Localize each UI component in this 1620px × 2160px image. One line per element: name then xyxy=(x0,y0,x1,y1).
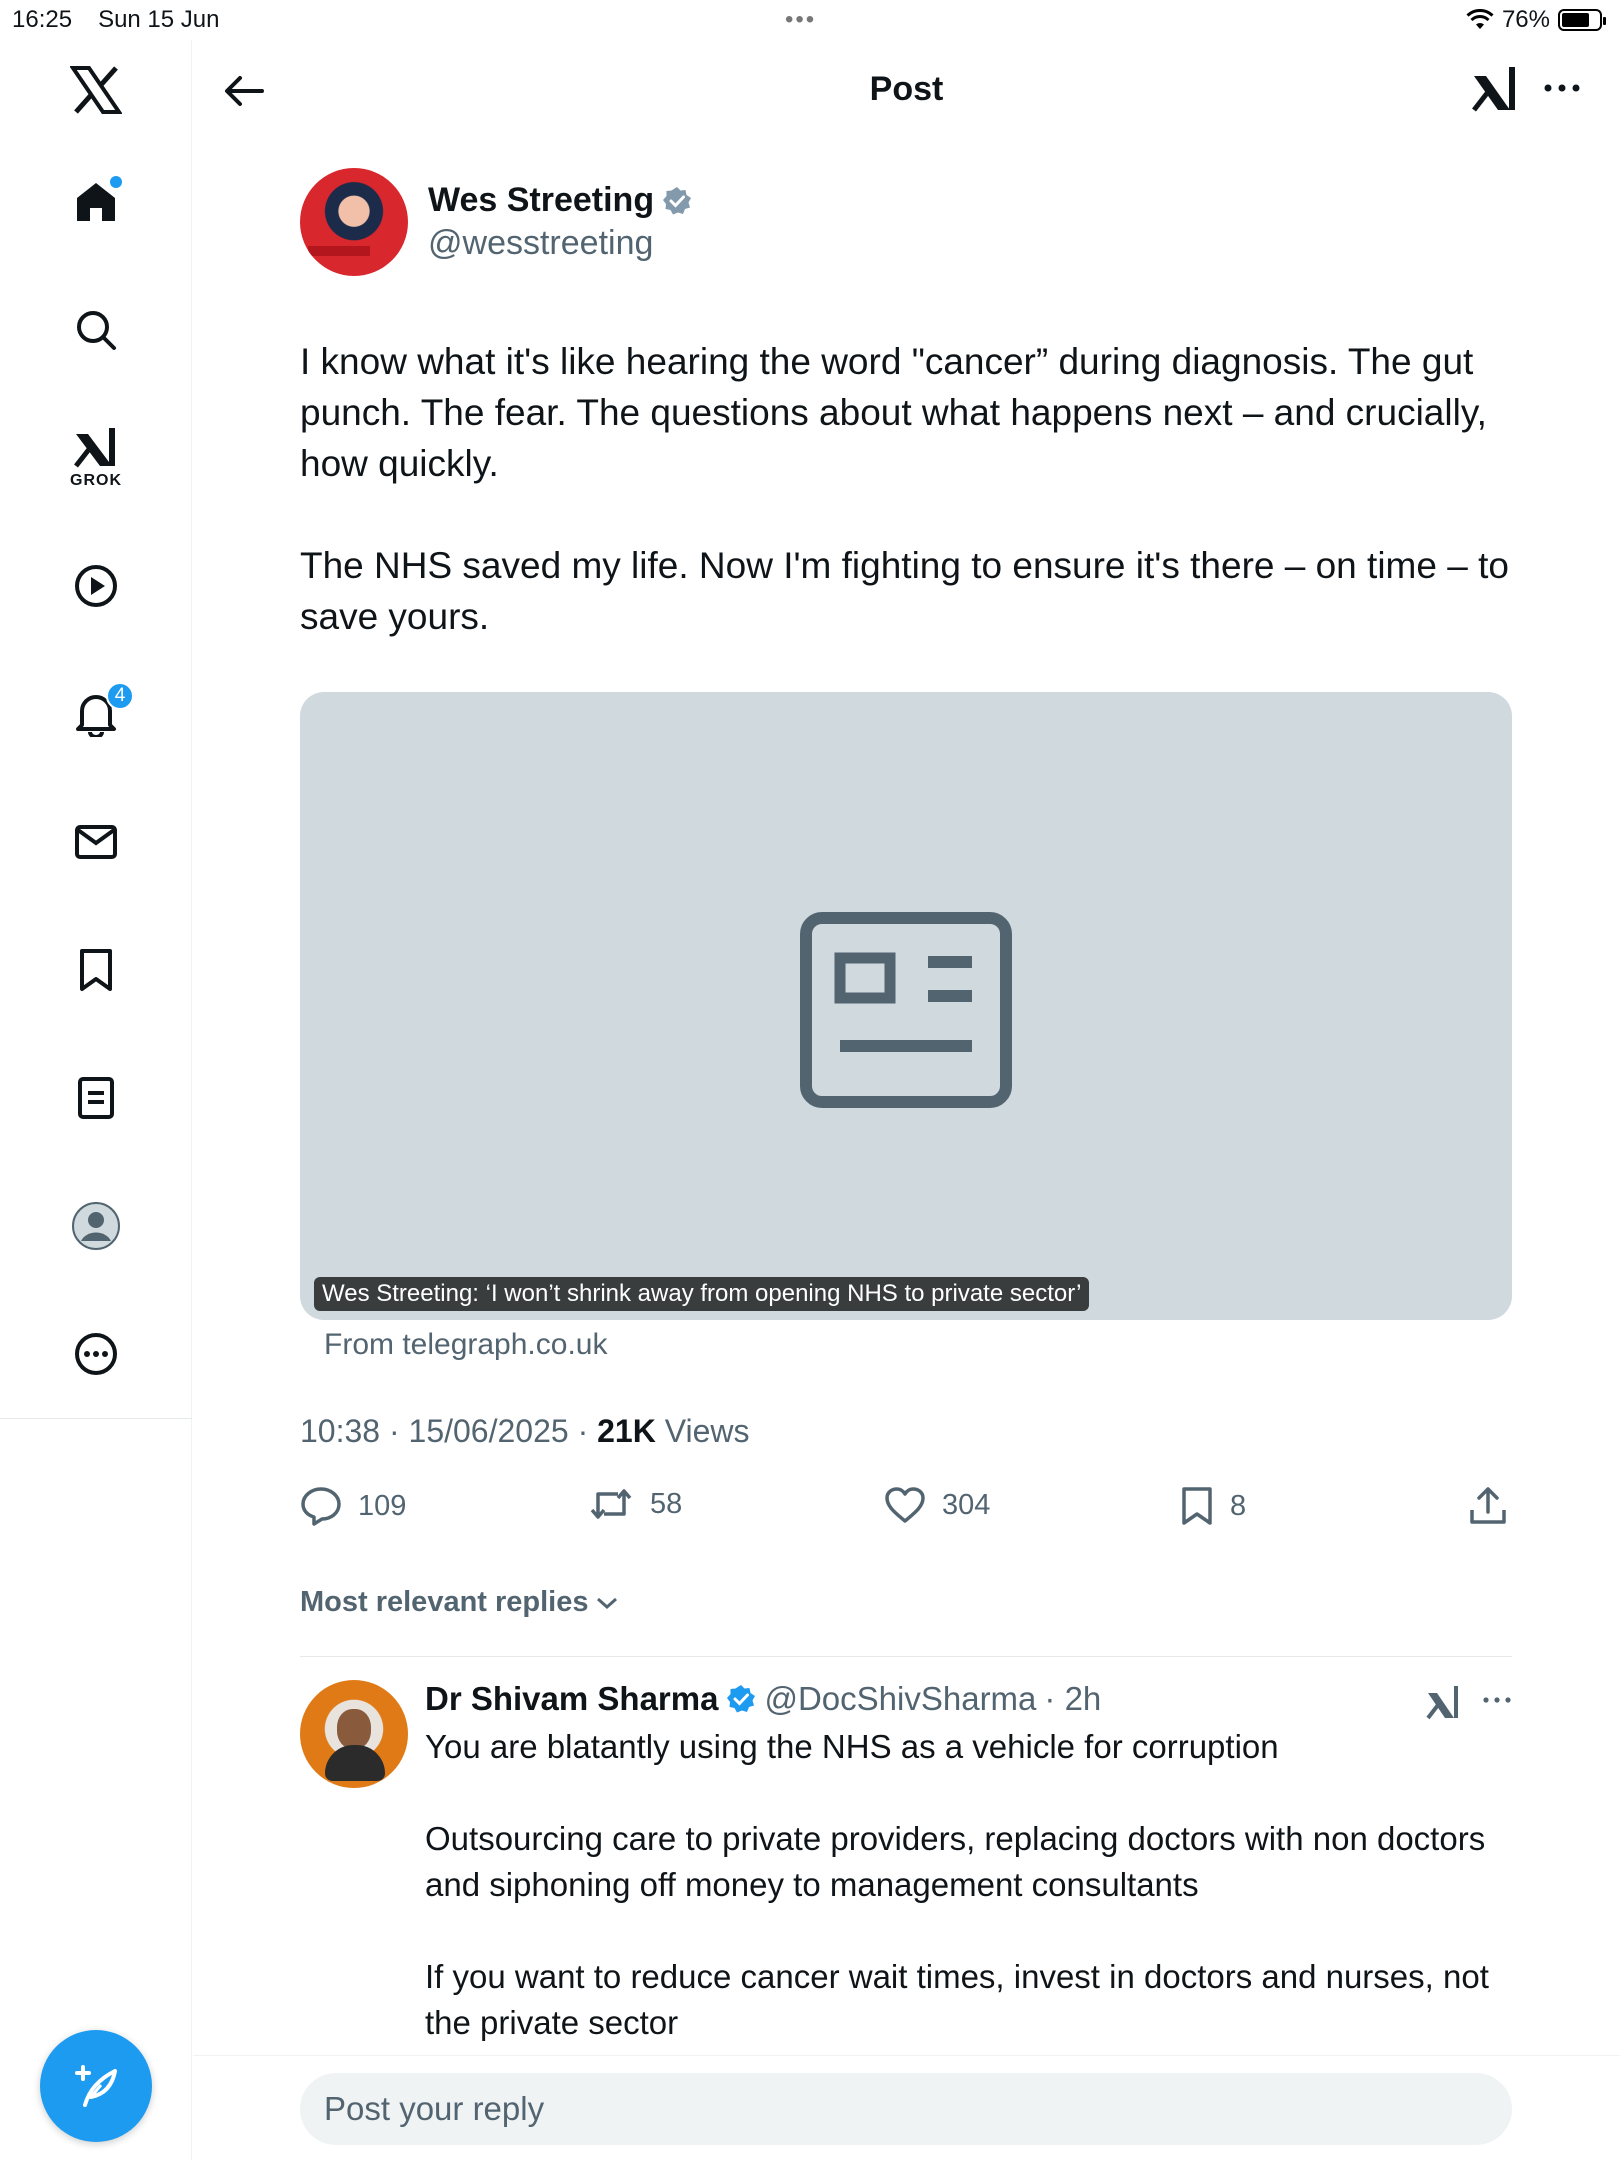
status-bar: 16:25 Sun 15 Jun ••• 76% xyxy=(0,0,1620,40)
more-options-button[interactable] xyxy=(1542,68,1582,113)
home-unread-dot xyxy=(110,176,122,188)
share-button[interactable] xyxy=(1468,1486,1508,1526)
profile-avatar-icon xyxy=(72,1202,120,1250)
nav-bookmarks[interactable] xyxy=(56,930,136,1010)
post-author: Wes Streeting @wesstreeting xyxy=(300,168,1512,276)
grok-icon xyxy=(74,428,115,468)
main-post: Wes Streeting @wesstreeting I know what … xyxy=(300,168,1512,2041)
grok-icon xyxy=(1426,1686,1458,1720)
list-icon xyxy=(78,1077,114,1119)
status-date: Sun 15 Jun xyxy=(98,6,220,33)
reply-author-avatar[interactable] xyxy=(300,1680,408,1788)
reply-paragraph: If you want to reduce cancer wait times,… xyxy=(425,1958,1489,2041)
ellipsis-icon xyxy=(1544,84,1580,92)
reply-body: You are blatantly using the NHS as a veh… xyxy=(425,1724,1515,2046)
nav-search[interactable] xyxy=(56,290,136,370)
nav-grok[interactable]: GROK xyxy=(56,418,136,498)
search-icon xyxy=(77,311,116,350)
sidebar-divider xyxy=(0,1418,192,1419)
post-metadata: 10:38 · 15/06/2025 · 21K Views xyxy=(300,1413,749,1450)
article-placeholder-icon xyxy=(800,912,1012,1108)
reply-grok-button[interactable] xyxy=(1426,1684,1460,1725)
nav-video[interactable] xyxy=(56,546,136,626)
author-handle[interactable]: @wesstreeting xyxy=(428,224,692,263)
ellipsis-icon xyxy=(1483,1697,1511,1703)
reply-author-handle[interactable]: @DocShivSharma xyxy=(764,1680,1036,1718)
author-avatar[interactable] xyxy=(300,168,408,276)
play-circle-icon xyxy=(75,565,117,607)
multitasking-dots-icon[interactable]: ••• xyxy=(785,6,816,34)
bookmark-icon xyxy=(80,949,112,991)
reply-button[interactable]: 109 xyxy=(300,1486,406,1526)
nav-messages[interactable] xyxy=(56,802,136,882)
post-paragraph: I know what it's like hearing the word "… xyxy=(300,341,1487,484)
x-logo-icon[interactable] xyxy=(56,50,136,130)
wifi-icon xyxy=(1466,9,1494,29)
grok-explain-button[interactable] xyxy=(1472,64,1518,119)
replies-sort-label: Most relevant replies xyxy=(300,1586,589,1618)
reply-composer-bar xyxy=(193,2055,1620,2160)
post-paragraph: The NHS saved my life. Now I'm fighting … xyxy=(300,545,1509,637)
compose-feather-icon xyxy=(75,2065,117,2107)
battery-percent: 76% xyxy=(1501,6,1550,33)
mail-icon xyxy=(75,825,117,859)
replies-sort-dropdown[interactable]: Most relevant replies xyxy=(300,1586,619,1619)
page-title: Post xyxy=(869,70,944,108)
reply-paragraph: You are blatantly using the NHS as a veh… xyxy=(425,1728,1279,1765)
reply-author-name[interactable]: Dr Shivam Sharma xyxy=(425,1680,718,1718)
reply-more-button[interactable] xyxy=(1482,1690,1512,1715)
nav-home[interactable] xyxy=(56,162,136,242)
repost-button[interactable]: 58 xyxy=(588,1486,682,1522)
notification-badge: 4 xyxy=(106,682,134,710)
chevron-down-icon xyxy=(596,1597,617,1609)
like-count: 304 xyxy=(942,1488,991,1521)
verified-badge-icon xyxy=(663,186,692,214)
repost-icon xyxy=(590,1489,632,1519)
post-actions: 109 58 304 8 xyxy=(300,1486,1512,1546)
reply-paragraph: Outsourcing care to private providers, r… xyxy=(425,1820,1486,1903)
reply-count: 109 xyxy=(358,1489,407,1522)
heart-icon xyxy=(885,1487,925,1523)
views-count: 21K xyxy=(597,1413,656,1449)
more-circle-icon xyxy=(75,1333,117,1375)
link-card-title: Wes Streeting: ‘I won’t shrink away from… xyxy=(314,1277,1090,1311)
sidebar: GROK 4 xyxy=(0,40,192,2160)
battery-icon xyxy=(1558,9,1606,31)
views-label: Views xyxy=(655,1413,750,1449)
compose-button[interactable] xyxy=(40,2030,152,2142)
author-name[interactable]: Wes Streeting xyxy=(428,181,654,220)
status-time: 16:25 xyxy=(12,6,73,33)
grok-icon xyxy=(1472,67,1515,112)
nav-notifications[interactable]: 4 xyxy=(56,674,136,754)
post-timestamp[interactable]: 10:38 · 15/06/2025 · xyxy=(300,1413,597,1449)
share-icon xyxy=(1470,1487,1506,1524)
replies-divider xyxy=(300,1656,1512,1657)
bookmark-count: 8 xyxy=(1230,1489,1247,1522)
reply-input[interactable] xyxy=(300,2073,1512,2145)
verified-badge-icon xyxy=(727,1685,756,1713)
post-body: I know what it's like hearing the word "… xyxy=(300,336,1512,642)
like-button[interactable]: 304 xyxy=(884,1486,990,1524)
link-card[interactable]: Wes Streeting: ‘I won’t shrink away from… xyxy=(300,692,1512,1320)
bookmark-icon xyxy=(1182,1487,1212,1525)
grok-label: GROK xyxy=(70,472,122,489)
reply-time[interactable]: · 2h xyxy=(1044,1680,1101,1718)
post-header: Post xyxy=(193,40,1620,140)
nav-lists[interactable] xyxy=(56,1058,136,1138)
repost-count: 58 xyxy=(650,1487,683,1520)
link-card-source[interactable]: From telegraph.co.uk xyxy=(324,1328,607,1362)
nav-profile[interactable] xyxy=(56,1186,136,1266)
reply-icon xyxy=(301,1487,341,1526)
bookmark-button[interactable]: 8 xyxy=(1180,1486,1246,1526)
nav-more[interactable] xyxy=(56,1314,136,1394)
